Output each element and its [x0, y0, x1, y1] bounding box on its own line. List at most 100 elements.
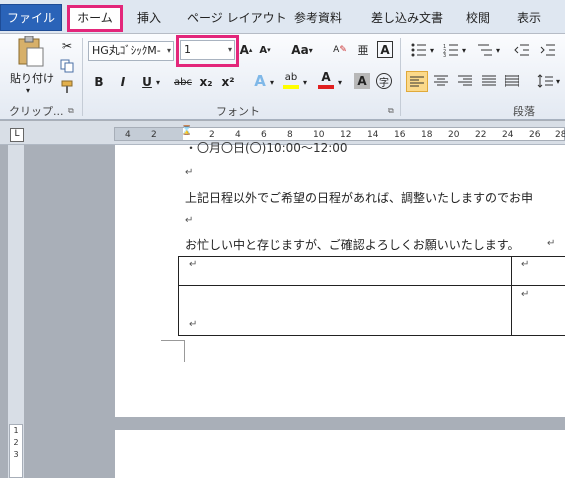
font-name-combo[interactable]: HG丸ｺﾞｼｯｸM- ▾ [88, 41, 174, 61]
ruler-tick-label: 22 [475, 130, 487, 140]
highlight-button[interactable]: ab [283, 70, 299, 84]
font-size-combo[interactable]: 1 ▾ [180, 40, 235, 60]
character-shading-button[interactable]: A [354, 73, 370, 89]
ribbon-tab-bar: ファイル ホーム 挿入 ページ レイアウト 参考資料 差し込み文書 校閲 表示 [0, 0, 565, 34]
enclose-characters-button[interactable]: 字 [376, 73, 392, 89]
format-painter-icon[interactable] [59, 79, 75, 95]
chevron-down-icon[interactable]: ▾ [556, 77, 560, 86]
document-line-1: 上記日程以外でご希望の日程があれば、調整いたしますのでお申 [185, 191, 534, 205]
text-effects-button[interactable]: A [252, 72, 268, 90]
margin-corner-mark [161, 340, 185, 362]
table-row-border [179, 285, 565, 286]
ruler-tick-label: 24 [502, 130, 514, 140]
tab-insert[interactable]: 挿入 [137, 9, 161, 26]
vertical-ruler[interactable]: 1 2 3 [9, 424, 23, 478]
numbering-icon[interactable]: 123 [442, 42, 460, 58]
highlight-color-bar [283, 85, 299, 89]
character-border-button[interactable]: A [377, 41, 393, 58]
underline-button[interactable]: U [140, 74, 154, 90]
chevron-down-icon: ▾ [166, 46, 171, 55]
distributed-button[interactable] [503, 73, 521, 89]
ruler-tick-label: 26 [529, 130, 541, 140]
cut-icon[interactable]: ✂ [59, 38, 75, 54]
svg-text:3: 3 [443, 53, 446, 57]
chevron-down-icon[interactable]: ▾ [338, 78, 342, 87]
decrease-indent-icon[interactable] [514, 42, 530, 58]
font-color-button[interactable]: A [318, 70, 334, 84]
document-page-2[interactable] [115, 430, 565, 478]
paste-button[interactable]: 貼り付け [10, 70, 54, 86]
bullets-icon[interactable] [410, 42, 428, 58]
chevron-down-icon[interactable]: ▾ [303, 78, 307, 87]
chevron-down-icon[interactable]: ▾ [496, 46, 500, 55]
tab-mailings[interactable]: 差し込み文書 [371, 9, 443, 26]
document-page[interactable]: ・〇月〇日(〇)10:00～12:00 ↵ 上記日程以外でご希望の日程があれば、… [115, 141, 565, 417]
group-separator [82, 38, 83, 116]
multilevel-list-icon[interactable] [476, 42, 494, 58]
tab-review[interactable]: 校閲 [466, 9, 490, 26]
grow-font-button[interactable]: A ▴ [239, 42, 253, 58]
change-case-button[interactable]: Aa ▾ [290, 42, 314, 58]
group-separator [400, 38, 401, 116]
tab-home[interactable]: ホーム [67, 5, 123, 32]
italic-button[interactable]: I [116, 74, 130, 90]
chevron-down-icon[interactable]: ▾ [430, 46, 434, 55]
chevron-down-icon: ▾ [227, 45, 232, 54]
tab-file[interactable]: ファイル [0, 4, 62, 31]
change-case-label: Aa [291, 43, 309, 57]
line-spacing-icon[interactable] [536, 73, 554, 89]
align-center-button[interactable] [432, 73, 450, 89]
grow-font-arrow-icon: ▴ [248, 46, 253, 54]
dialog-launcher-icon[interactable]: ⧉ [388, 106, 394, 116]
document-line-2: お忙しい中と存じますが、ご確認よろしくお願いいたします。 [185, 238, 520, 252]
paragraph-mark: ↵ [547, 238, 556, 249]
ruler-tick-label: 2 [151, 130, 157, 140]
bold-button[interactable]: B [92, 74, 106, 90]
document-table[interactable]: ↵ ↵ ↵ ↵ [178, 256, 565, 336]
chevron-down-icon[interactable]: ▾ [462, 46, 466, 55]
table-cell[interactable]: ↵ [521, 259, 529, 270]
paste-icon[interactable] [14, 36, 46, 68]
clear-formatting-icon[interactable]: A ✎ [332, 42, 348, 58]
paragraph-mark: ↵ [185, 215, 194, 226]
chevron-down-icon: ▾ [308, 45, 313, 55]
ruler-tick-label: 16 [394, 130, 406, 140]
strikethrough-button[interactable]: abc [172, 74, 194, 90]
chevron-down-icon[interactable]: ▾ [270, 78, 274, 87]
phonetic-guide-button[interactable]: 亜 [355, 42, 371, 58]
subscript-button[interactable]: x₂ [198, 74, 214, 90]
shrink-font-label: A [259, 44, 268, 56]
table-cell[interactable]: ↵ [521, 289, 529, 300]
table-cell[interactable]: ↵ [189, 259, 197, 270]
align-left-button[interactable] [406, 71, 428, 92]
copy-icon[interactable] [59, 58, 75, 74]
grow-font-label: A [239, 43, 249, 57]
font-size-value: 1 [184, 43, 191, 56]
chevron-down-icon[interactable]: ▾ [156, 78, 160, 87]
table-column-border [511, 257, 512, 335]
tab-references[interactable]: 参考資料 [294, 9, 342, 26]
ruler-tick-label: 14 [367, 130, 379, 140]
align-right-button[interactable] [456, 73, 474, 89]
clipboard-group-label: クリップ... [9, 105, 64, 118]
tab-page-layout[interactable]: ページ レイアウト [187, 9, 287, 26]
superscript-button[interactable]: x² [220, 74, 236, 90]
font-group-label: フォント [216, 105, 260, 118]
increase-indent-icon[interactable] [540, 42, 556, 58]
ruler-tick-label: 20 [448, 130, 460, 140]
justify-button[interactable] [480, 73, 498, 89]
paragraph-mark: ↵ [185, 167, 194, 178]
ribbon: 貼り付け ▾ ✂ クリップ... ⧉ HG丸ｺﾞｼｯｸM- ▾ 1 ▾ A ▴ A ▾ … [0, 34, 565, 120]
eraser-icon: ✎ [339, 45, 347, 55]
paste-dropdown-icon[interactable]: ▾ [26, 86, 30, 95]
tab-selector-icon[interactable]: L [10, 128, 24, 142]
indent-marker-icon[interactable]: ⌛ [181, 126, 192, 136]
paragraph-group-label: 段落 [513, 105, 535, 118]
ruler-tick-label: 28 [555, 130, 565, 140]
dialog-launcher-icon[interactable]: ⧉ [68, 106, 74, 116]
font-name-value: HG丸ｺﾞｼｯｸM- [92, 44, 161, 57]
font-color-bar [318, 85, 334, 89]
shrink-font-button[interactable]: A ▾ [258, 42, 272, 58]
table-cell[interactable]: ↵ [189, 319, 197, 330]
tab-view[interactable]: 表示 [517, 9, 541, 26]
